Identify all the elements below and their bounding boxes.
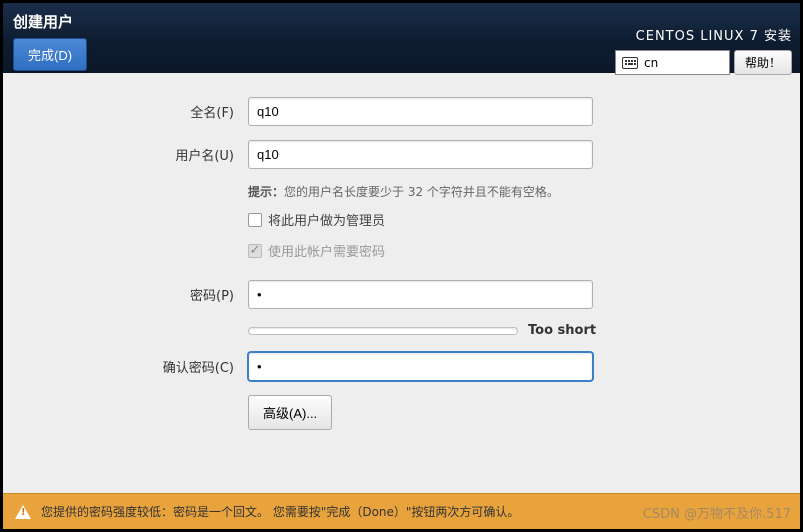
done-button[interactable]: 完成(D)	[13, 38, 87, 71]
require-password-label: 使用此帐户需要密码	[268, 241, 385, 260]
form-area: 全名(F) 用户名(U) 提示：您的用户名长度要少于 32 个字符并且不能有空格…	[3, 73, 800, 493]
keyboard-layout-value: cn	[644, 56, 658, 70]
help-button[interactable]: 帮助！	[734, 50, 792, 75]
warning-icon	[15, 505, 31, 519]
password-strength-label: Too short	[528, 323, 596, 338]
keyboard-layout-selector[interactable]: cn	[615, 50, 730, 75]
make-admin-checkbox[interactable]	[248, 213, 262, 227]
password-label: 密码(P)	[63, 285, 248, 304]
confirm-password-label: 确认密码(C)	[63, 357, 248, 376]
username-input[interactable]	[248, 140, 593, 169]
advanced-button[interactable]: 高级(A)...	[248, 395, 332, 430]
warning-text: 您提供的密码强度较低：密码是一个回文。 您需要按"完成（Done）"按钮两次方可…	[41, 503, 519, 520]
header-bar: 创建用户 完成(D) CENTOS LINUX 7 安装 cn 帮助！	[3, 3, 800, 73]
confirm-password-input[interactable]	[248, 352, 593, 381]
password-input[interactable]	[248, 280, 593, 309]
username-label: 用户名(U)	[63, 145, 248, 164]
username-hint: 提示：您的用户名长度要少于 32 个字符并且不能有空格。	[248, 183, 559, 200]
require-password-checkbox: ✓	[248, 244, 262, 258]
installer-label: CENTOS LINUX 7 安装	[615, 25, 792, 44]
fullname-input[interactable]	[248, 97, 593, 126]
password-strength-meter	[248, 327, 518, 335]
keyboard-icon	[622, 57, 638, 69]
warning-bar: 您提供的密码强度较低：密码是一个回文。 您需要按"完成（Done）"按钮两次方可…	[3, 493, 800, 529]
make-admin-label: 将此用户做为管理员	[268, 210, 385, 229]
fullname-label: 全名(F)	[63, 102, 248, 121]
